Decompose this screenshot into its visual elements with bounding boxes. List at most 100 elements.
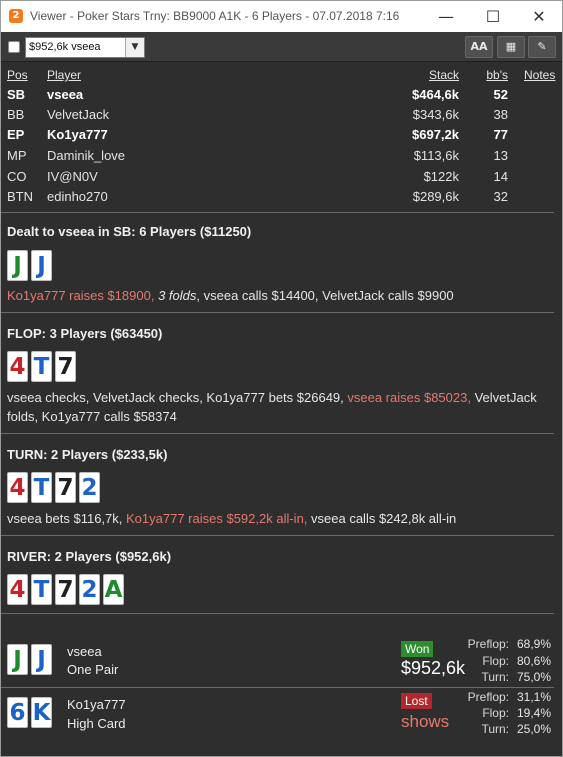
row-player: vseea xyxy=(47,87,84,102)
river-title: RIVER: 2 Players ($952,6k) xyxy=(7,549,172,564)
action-raise: vseea raises $85023, xyxy=(347,390,471,405)
title-bar: 2 Viewer - Poker Stars Trny: BB9000 A1K … xyxy=(1,1,562,32)
row-pos: BTN xyxy=(7,189,33,204)
divider xyxy=(1,613,554,614)
row-bbs: 52 xyxy=(493,87,508,102)
app-logo-icon: 2 xyxy=(9,9,23,23)
flop-actions: vseea checks, VelvetJack checks, Ko1ya77… xyxy=(7,388,555,426)
header-bbs[interactable]: bb's xyxy=(486,68,508,82)
turn-actions: vseea bets $116,7k, Ko1ya777 raises $592… xyxy=(7,509,555,528)
header-pos[interactable]: Pos xyxy=(7,68,28,82)
row-bbs: 32 xyxy=(493,189,508,204)
row-pos: SB xyxy=(7,87,26,102)
card: 4 xyxy=(7,574,28,605)
action-text: vseea calls $242,8k all-in xyxy=(307,511,457,526)
preflop-actions: Ko1ya777 raises $18900, 3 folds, vseea c… xyxy=(7,286,555,305)
card: J xyxy=(31,644,52,675)
card: 7 xyxy=(55,472,76,503)
flop-equity-label: Flop: xyxy=(482,654,509,668)
action-calls: , vseea calls $14400, VelvetJack calls $… xyxy=(196,288,454,303)
card: T xyxy=(31,472,52,503)
table-row[interactable]: EP Ko1ya777 $697,2k 77 xyxy=(1,127,562,147)
row-stack: $464,6k xyxy=(412,87,459,102)
row-stack: $343,6k xyxy=(412,107,459,122)
card: 7 xyxy=(55,351,76,382)
row-pos: EP xyxy=(7,127,25,142)
card: A xyxy=(103,574,124,605)
loser-hand: High Card xyxy=(67,716,126,731)
row-bbs: 77 xyxy=(493,127,508,142)
font-size-button[interactable]: AA xyxy=(465,36,493,58)
window-title: Viewer - Poker Stars Trny: BB9000 A1K - … xyxy=(30,9,400,23)
row-stack: $122k xyxy=(423,169,459,184)
row-player: Daminik_love xyxy=(47,148,126,163)
edit-button[interactable]: ✎ xyxy=(528,36,556,58)
won-badge: Won xyxy=(401,641,434,657)
table-row[interactable]: MP Daminik_love $113,6k 13 xyxy=(1,148,562,168)
turn-equity-label: Turn: xyxy=(481,722,509,736)
table-row[interactable]: BTN edinho270 $289,6k 32 xyxy=(1,189,562,209)
card: T xyxy=(31,351,52,382)
chevron-down-icon[interactable]: ▼ xyxy=(125,38,144,57)
table-row[interactable]: BB VelvetJack $343,6k 38 xyxy=(1,107,562,127)
card: J xyxy=(7,644,28,675)
header-player[interactable]: Player xyxy=(47,68,81,82)
hand-select-value: $952,6k vseea xyxy=(29,41,101,53)
hand-select-dropdown[interactable]: $952,6k vseea ▼ xyxy=(25,37,145,58)
table-row[interactable]: SB vseea $464,6k 52 xyxy=(1,87,562,107)
loser-shows: shows xyxy=(401,712,450,731)
toolbar: $952,6k vseea ▼ AA ▦ ✎ xyxy=(1,32,562,62)
preflop-title: Dealt to vseea in SB: 6 Players ($11250) xyxy=(7,224,252,239)
flop-title: FLOP: 3 Players ($63450) xyxy=(7,326,163,341)
card: 2 xyxy=(79,574,100,605)
minimize-button[interactable]: — xyxy=(423,1,469,32)
header-stack[interactable]: Stack xyxy=(429,68,459,82)
row-stack: $289,6k xyxy=(412,189,459,204)
grid-view-button[interactable]: ▦ xyxy=(497,36,525,58)
divider xyxy=(1,433,554,434)
card: 4 xyxy=(7,351,28,382)
viewer-window: 2 Viewer - Poker Stars Trny: BB9000 A1K … xyxy=(0,0,563,757)
flop-equity: 80,6% xyxy=(516,654,551,668)
row-bbs: 38 xyxy=(493,107,508,122)
preflop-equity-label: Preflop: xyxy=(467,690,509,704)
row-bbs: 14 xyxy=(493,169,508,184)
close-button[interactable]: ✕ xyxy=(516,1,562,32)
card: 2 xyxy=(79,472,100,503)
card: K xyxy=(31,697,52,728)
action-folds: 3 folds xyxy=(158,288,197,303)
row-bbs: 13 xyxy=(493,148,508,163)
card: T xyxy=(31,574,52,605)
turn-title: TURN: 2 Players ($233,5k) xyxy=(7,447,168,462)
action-raise: Ko1ya777 raises $18900, xyxy=(7,288,155,303)
row-player: Ko1ya777 xyxy=(47,127,108,142)
row-player: edinho270 xyxy=(47,189,108,204)
header-notes[interactable]: Notes xyxy=(524,68,555,82)
preflop-equity: 68,9% xyxy=(516,637,551,651)
card: J xyxy=(31,250,52,281)
flop-equity-label: Flop: xyxy=(482,706,509,720)
action-raise: Ko1ya777 raises $592,2k all-in, xyxy=(126,511,308,526)
action-text: vseea checks, VelvetJack checks, Ko1ya77… xyxy=(7,390,348,405)
divider xyxy=(1,687,554,688)
row-stack: $113,6k xyxy=(413,148,459,163)
divider xyxy=(1,535,554,536)
row-pos: MP xyxy=(7,148,27,163)
maximize-button[interactable]: ☐ xyxy=(470,1,516,32)
table-row[interactable]: CO IV@N0V $122k 14 xyxy=(1,169,562,189)
turn-equity-label: Turn: xyxy=(481,670,509,684)
hand-checkbox[interactable] xyxy=(8,41,20,53)
card: 4 xyxy=(7,472,28,503)
card: J xyxy=(7,250,28,281)
card: 7 xyxy=(55,574,76,605)
turn-equity: 75,0% xyxy=(516,670,551,684)
action-text: vseea bets $116,7k, xyxy=(7,511,127,526)
flop-equity: 19,4% xyxy=(516,706,551,720)
preflop-equity-label: Preflop: xyxy=(467,637,509,651)
turn-equity: 25,0% xyxy=(516,722,551,736)
row-player: VelvetJack xyxy=(47,107,110,122)
row-pos: CO xyxy=(7,169,27,184)
divider xyxy=(1,312,554,313)
preflop-equity: 31,1% xyxy=(516,690,551,704)
winner-name: vseea xyxy=(67,644,102,659)
